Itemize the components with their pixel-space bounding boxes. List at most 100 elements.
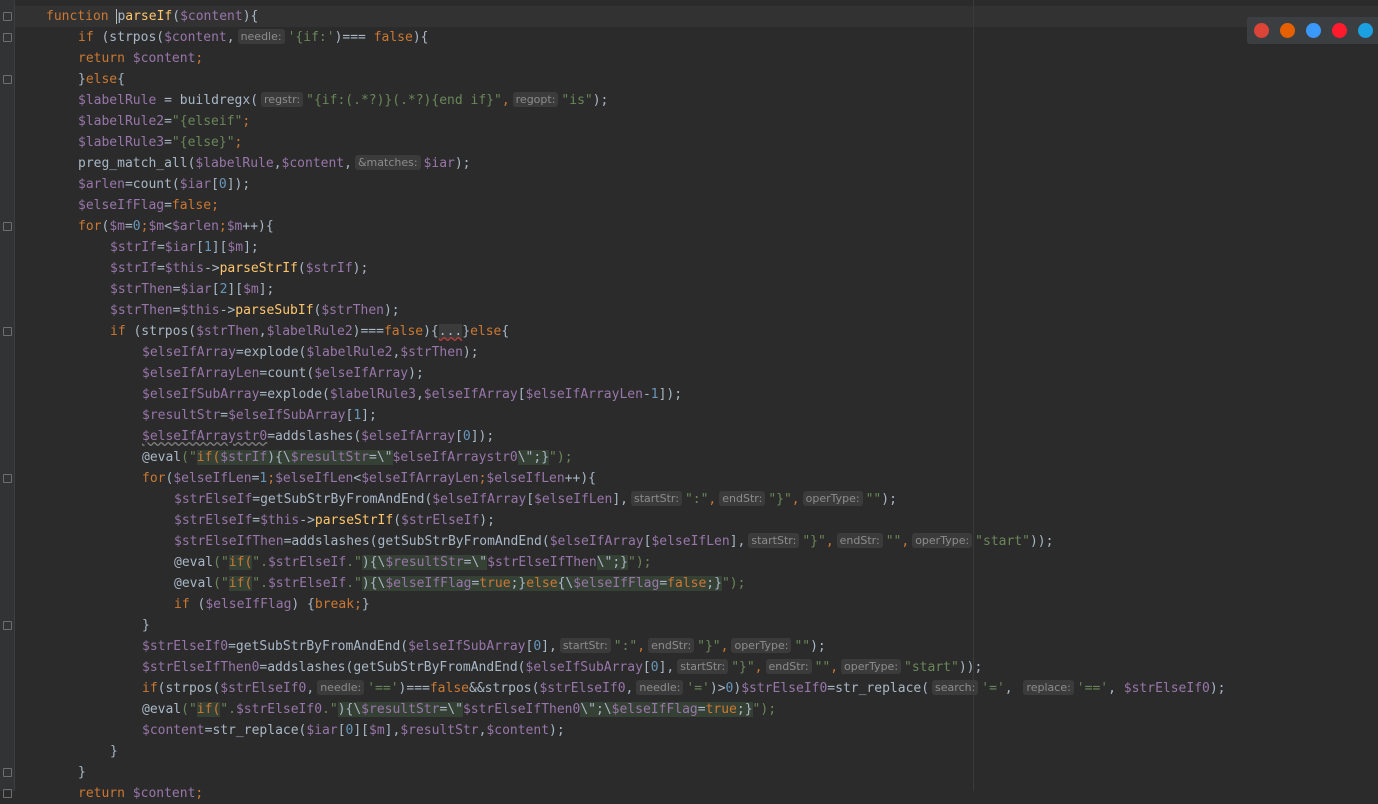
code-token: ");	[549, 450, 573, 465]
code-token: {	[117, 72, 125, 87]
safari-icon[interactable]	[1306, 23, 1321, 38]
code-line[interactable]: for($elseIfLen=1;$elseIfLen<$elseIfArray…	[46, 468, 1226, 489]
code-token: ,	[306, 681, 315, 696]
code-token: arseIf	[125, 9, 173, 24]
code-line[interactable]: $elseIfArraystr0=addslashes($elseIfArray…	[46, 426, 1226, 447]
code-token: $strIf	[220, 450, 268, 465]
folded-code-placeholder[interactable]: ...	[438, 324, 463, 339]
code-token: true	[479, 576, 511, 591]
fold-marker-icon[interactable]	[3, 474, 12, 483]
code-line[interactable]: return $content;	[46, 48, 1226, 69]
code-line[interactable]: $strElseIf=$this->parseStrIf($strElseIf)…	[46, 510, 1226, 531]
code-token: ,	[344, 156, 352, 171]
fold-marker-icon[interactable]	[3, 12, 12, 21]
fold-gutter[interactable]	[0, 0, 15, 798]
code-token: );	[352, 261, 369, 276]
code-token: $elseIfArray	[314, 366, 409, 381]
code-line[interactable]: preg_match_all($labelRule,$content, &matc…	[46, 153, 1226, 174]
code-token: -	[642, 387, 651, 402]
code-line[interactable]: $strElseIf0=getSubStrByFromAndEnd($elseI…	[46, 636, 1226, 657]
code-line[interactable]: @eval("if(".$strElseIf0."){\$resultStr=\…	[46, 699, 1226, 720]
code-line[interactable]: $strElseIfThen0=addslashes(getSubStrByFr…	[46, 657, 1226, 678]
code-token: }	[110, 744, 118, 759]
code-line[interactable]: if (strpos($strThen,$labelRule2)===false…	[46, 321, 1226, 342]
code-line[interactable]: $strIf=$iar[1][$m];	[46, 237, 1226, 258]
code-line[interactable]: for($m=0;$m<$arlen;$m++){	[46, 216, 1226, 237]
code-token: ][	[211, 240, 228, 255]
code-line[interactable]: $elseIfFlag=false;	[46, 195, 1226, 216]
code-token: $arlen	[171, 219, 219, 234]
parameter-hint: search:	[932, 680, 979, 695]
code-token: =	[697, 702, 706, 717]
parameter-hint: &matches:	[354, 155, 421, 170]
chrome-icon[interactable]	[1254, 23, 1269, 38]
code-token: =getSubStrByFromAndEnd(	[228, 639, 409, 654]
code-line[interactable]: $content=str_replace($iar[0][$m],$result…	[46, 720, 1226, 741]
parameter-hint: endStr:	[765, 659, 812, 674]
code-line[interactable]: @eval("if(".$strElseIf."){\$elseIfFlag=t…	[46, 573, 1226, 594]
code-line[interactable]: $labelRule = buildregx(regstr: "{if:(.*?)…	[46, 90, 1226, 111]
code-token: $strElseIf	[267, 576, 347, 591]
code-token: ) {	[291, 597, 315, 612]
parameter-hint: needle:	[237, 29, 285, 44]
code-line[interactable]: $arlen=count($iar[0]);	[46, 174, 1226, 195]
code-editor[interactable]: function parseIf($content){if (strpos($c…	[0, 0, 1378, 801]
code-token: true	[705, 702, 737, 717]
code-line[interactable]: $elseIfArray=explode($labelRule2,$strThe…	[46, 342, 1226, 363]
code-line[interactable]: $strElseIfThen=addslashes(getSubStrByFro…	[46, 531, 1226, 552]
code-line[interactable]: }	[46, 615, 1226, 636]
code-line[interactable]: $strThen=$this->parseSubIf($strThen);	[46, 300, 1226, 321]
code-token: if	[174, 597, 198, 612]
code-line[interactable]: $labelRule2="{elseif";	[46, 111, 1226, 132]
code-token: 0	[650, 660, 659, 675]
code-token: ){\	[361, 576, 386, 591]
fold-marker-icon[interactable]	[3, 768, 12, 777]
code-line[interactable]: $strThen=$iar[2][$m];	[46, 279, 1226, 300]
code-line[interactable]: function parseIf($content){	[46, 6, 1226, 27]
code-line[interactable]: $elseIfArrayLen=count($elseIfArray);	[46, 363, 1226, 384]
code-token: '{if:'	[287, 30, 335, 45]
code-lines[interactable]: function parseIf($content){if (strpos($c…	[46, 6, 1226, 804]
opera-icon[interactable]	[1332, 23, 1347, 38]
fold-marker-icon[interactable]	[3, 621, 12, 630]
fold-marker-icon[interactable]	[3, 75, 12, 84]
code-line[interactable]: $elseIfSubArray=explode($labelRule3,$els…	[46, 384, 1226, 405]
code-line[interactable]: $resultStr=$elseIfSubArray[1];	[46, 405, 1226, 426]
code-token: $m	[369, 723, 385, 738]
code-token: 1	[203, 240, 212, 255]
firefox-icon[interactable]	[1280, 23, 1295, 38]
code-line[interactable]: $labelRule3="{else}";	[46, 132, 1226, 153]
code-token: $elseIfArraystr0	[392, 450, 518, 465]
code-line[interactable]: if ($elseIfFlag) {break;}	[46, 594, 1226, 615]
code-token: ){\	[361, 555, 386, 570]
code-line[interactable]: }else{	[46, 69, 1226, 90]
code-token: }	[78, 765, 86, 780]
code-line[interactable]: }	[46, 762, 1226, 783]
code-line[interactable]: if(strpos($strElseIf0, needle: '==')===fal…	[46, 678, 1226, 699]
code-token: @eval	[142, 450, 182, 465]
code-token: ];	[258, 282, 275, 297]
code-line[interactable]: if (strpos($content, needle: '{if:')=== fa…	[46, 27, 1226, 48]
fold-marker-icon[interactable]	[3, 327, 12, 336]
code-line[interactable]: $strIf=$this->parseStrIf($strIf);	[46, 258, 1226, 279]
code-token: =	[156, 240, 165, 255]
code-token: $elseIfFlag	[611, 702, 698, 717]
code-line[interactable]: }	[46, 741, 1226, 762]
code-line[interactable]: return $content;	[46, 783, 1226, 804]
code-line[interactable]: @eval("if(".$strElseIf."){\$resultStr=\"…	[46, 552, 1226, 573]
fold-marker-icon[interactable]	[3, 789, 12, 798]
code-token: ;}	[736, 702, 753, 717]
code-token: $arlen	[78, 177, 125, 192]
code-token: ->	[219, 303, 236, 318]
edge-icon[interactable]	[1358, 23, 1373, 38]
code-token: [	[642, 660, 651, 675]
code-line[interactable]: @eval("if($strIf){\$resultStr=\"$elseIfA…	[46, 447, 1226, 468]
code-token: ("	[181, 450, 197, 465]
browser-preview-bar	[1247, 17, 1378, 44]
fold-marker-icon[interactable]	[3, 33, 12, 42]
code-token: $labelRule2	[78, 114, 165, 129]
code-token: preg_match_all(	[78, 156, 196, 171]
parameter-hint: endStr:	[719, 491, 766, 506]
code-line[interactable]: $strElseIf=getSubStrByFromAndEnd($elseIf…	[46, 489, 1226, 510]
fold-marker-icon[interactable]	[3, 222, 12, 231]
